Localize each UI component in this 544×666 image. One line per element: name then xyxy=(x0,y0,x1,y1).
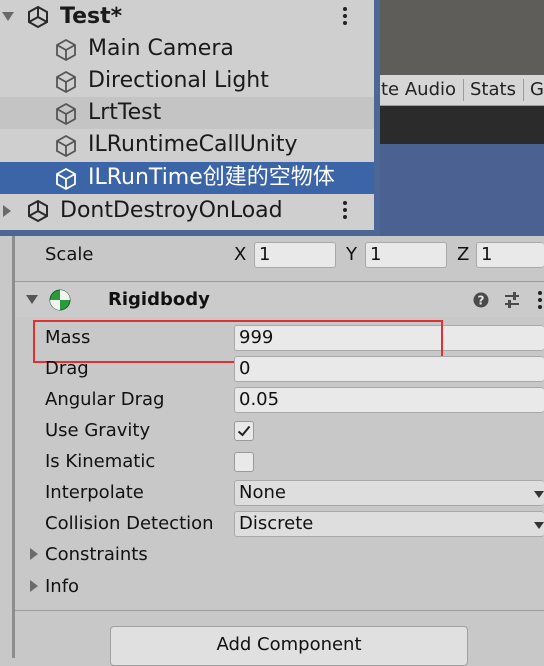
checkmark-icon xyxy=(237,425,251,437)
cube-icon xyxy=(56,70,76,94)
fold-down-icon[interactable] xyxy=(2,12,14,21)
hierarchy-item-selected[interactable]: ILRunTime创建的空物体 xyxy=(0,162,374,194)
fold-right-icon[interactable] xyxy=(3,205,11,217)
scale-x-label: X xyxy=(234,244,247,265)
tab-separator xyxy=(463,79,464,101)
help-icon[interactable]: ? xyxy=(473,292,489,308)
scale-z-field[interactable]: 1 xyxy=(476,242,544,268)
hierarchy-item[interactable]: LrtTest xyxy=(0,97,374,129)
scale-label: Scale xyxy=(45,244,94,265)
hierarchy-panel: Test* Main Camera Directional Light LrtT… xyxy=(0,0,380,236)
constraints-foldout[interactable]: Constraints xyxy=(45,541,148,569)
preset-icon[interactable] xyxy=(503,291,521,309)
hierarchy-item[interactable]: Directional Light xyxy=(0,65,374,97)
rigidbody-icon xyxy=(49,289,71,311)
section-divider xyxy=(15,281,544,282)
collision-detection-value: Discrete xyxy=(239,513,314,534)
tab-separator xyxy=(523,79,524,101)
rigidbody-title: Rigidbody xyxy=(108,289,210,310)
section-divider xyxy=(15,610,544,611)
angular-drag-field[interactable]: 0.05 xyxy=(234,387,544,413)
stats-button[interactable]: Stats xyxy=(470,75,516,105)
cube-icon xyxy=(56,134,76,158)
fold-down-icon[interactable] xyxy=(26,295,38,304)
scale-y-field[interactable]: 1 xyxy=(365,242,447,268)
collision-detection-label: Collision Detection xyxy=(45,513,214,534)
hierarchy-list: Test* Main Camera Directional Light LrtT… xyxy=(0,0,374,230)
hierarchy-item-label: ILRunTime创建的空物体 xyxy=(88,165,335,190)
rigidbody-menu-icon[interactable] xyxy=(538,291,542,312)
gizmos-button[interactable]: G xyxy=(530,75,544,105)
scale-y-label: Y xyxy=(346,244,357,265)
hierarchy-item[interactable]: ILRuntimeCallUnity xyxy=(0,129,374,161)
dont-destroy-menu-icon[interactable] xyxy=(343,201,347,222)
hierarchy-item-label: ILRuntimeCallUnity xyxy=(88,132,298,157)
drag-field[interactable]: 0 xyxy=(234,356,544,382)
unity-scene-icon xyxy=(28,5,48,29)
scene-row[interactable]: Test* xyxy=(0,1,374,33)
hierarchy-item-label: Directional Light xyxy=(88,68,269,93)
svg-text:?: ? xyxy=(478,294,485,308)
is-kinematic-checkbox[interactable] xyxy=(234,452,254,472)
dont-destroy-scene-row[interactable]: DontDestroyOnLoad xyxy=(0,195,374,227)
scene-view-background xyxy=(375,0,544,75)
hierarchy-item-label: Main Camera xyxy=(88,36,234,61)
angular-drag-label: Angular Drag xyxy=(45,389,165,410)
use-gravity-label: Use Gravity xyxy=(45,420,151,441)
is-kinematic-label: Is Kinematic xyxy=(45,451,156,472)
cube-icon xyxy=(56,167,76,191)
interpolate-label: Interpolate xyxy=(45,482,144,503)
interpolate-dropdown[interactable]: None xyxy=(234,480,544,506)
game-view-toolbar: te Audio Stats G xyxy=(375,75,544,106)
scale-x-field[interactable]: 1 xyxy=(254,242,336,268)
scene-name: Test* xyxy=(60,4,123,29)
use-gravity-checkbox[interactable] xyxy=(234,421,254,441)
chevron-down-icon xyxy=(534,491,544,498)
hierarchy-item-label: LrtTest xyxy=(88,100,162,125)
info-foldout[interactable]: Info xyxy=(45,573,79,601)
scale-z-label: Z xyxy=(457,244,470,265)
hierarchy-item[interactable]: Main Camera xyxy=(0,33,374,65)
scene-menu-icon[interactable] xyxy=(343,7,347,28)
interpolate-value: None xyxy=(239,482,286,503)
chevron-down-icon xyxy=(534,522,544,529)
add-component-button[interactable]: Add Component xyxy=(110,626,468,666)
game-view-canvas xyxy=(375,144,544,236)
cube-icon xyxy=(56,102,76,126)
info-fold-icon[interactable] xyxy=(30,580,38,592)
game-view-letterbox xyxy=(375,106,544,144)
unity-scene-icon xyxy=(28,199,48,223)
constraints-fold-icon[interactable] xyxy=(30,548,38,560)
drag-label: Drag xyxy=(45,358,89,379)
maximize-audio-toggle[interactable]: te Audio xyxy=(381,75,456,105)
collision-detection-dropdown[interactable]: Discrete xyxy=(234,511,544,537)
cube-icon xyxy=(56,38,76,62)
rigidbody-header[interactable]: Rigidbody ? xyxy=(15,283,544,317)
dont-destroy-label: DontDestroyOnLoad xyxy=(60,198,283,223)
